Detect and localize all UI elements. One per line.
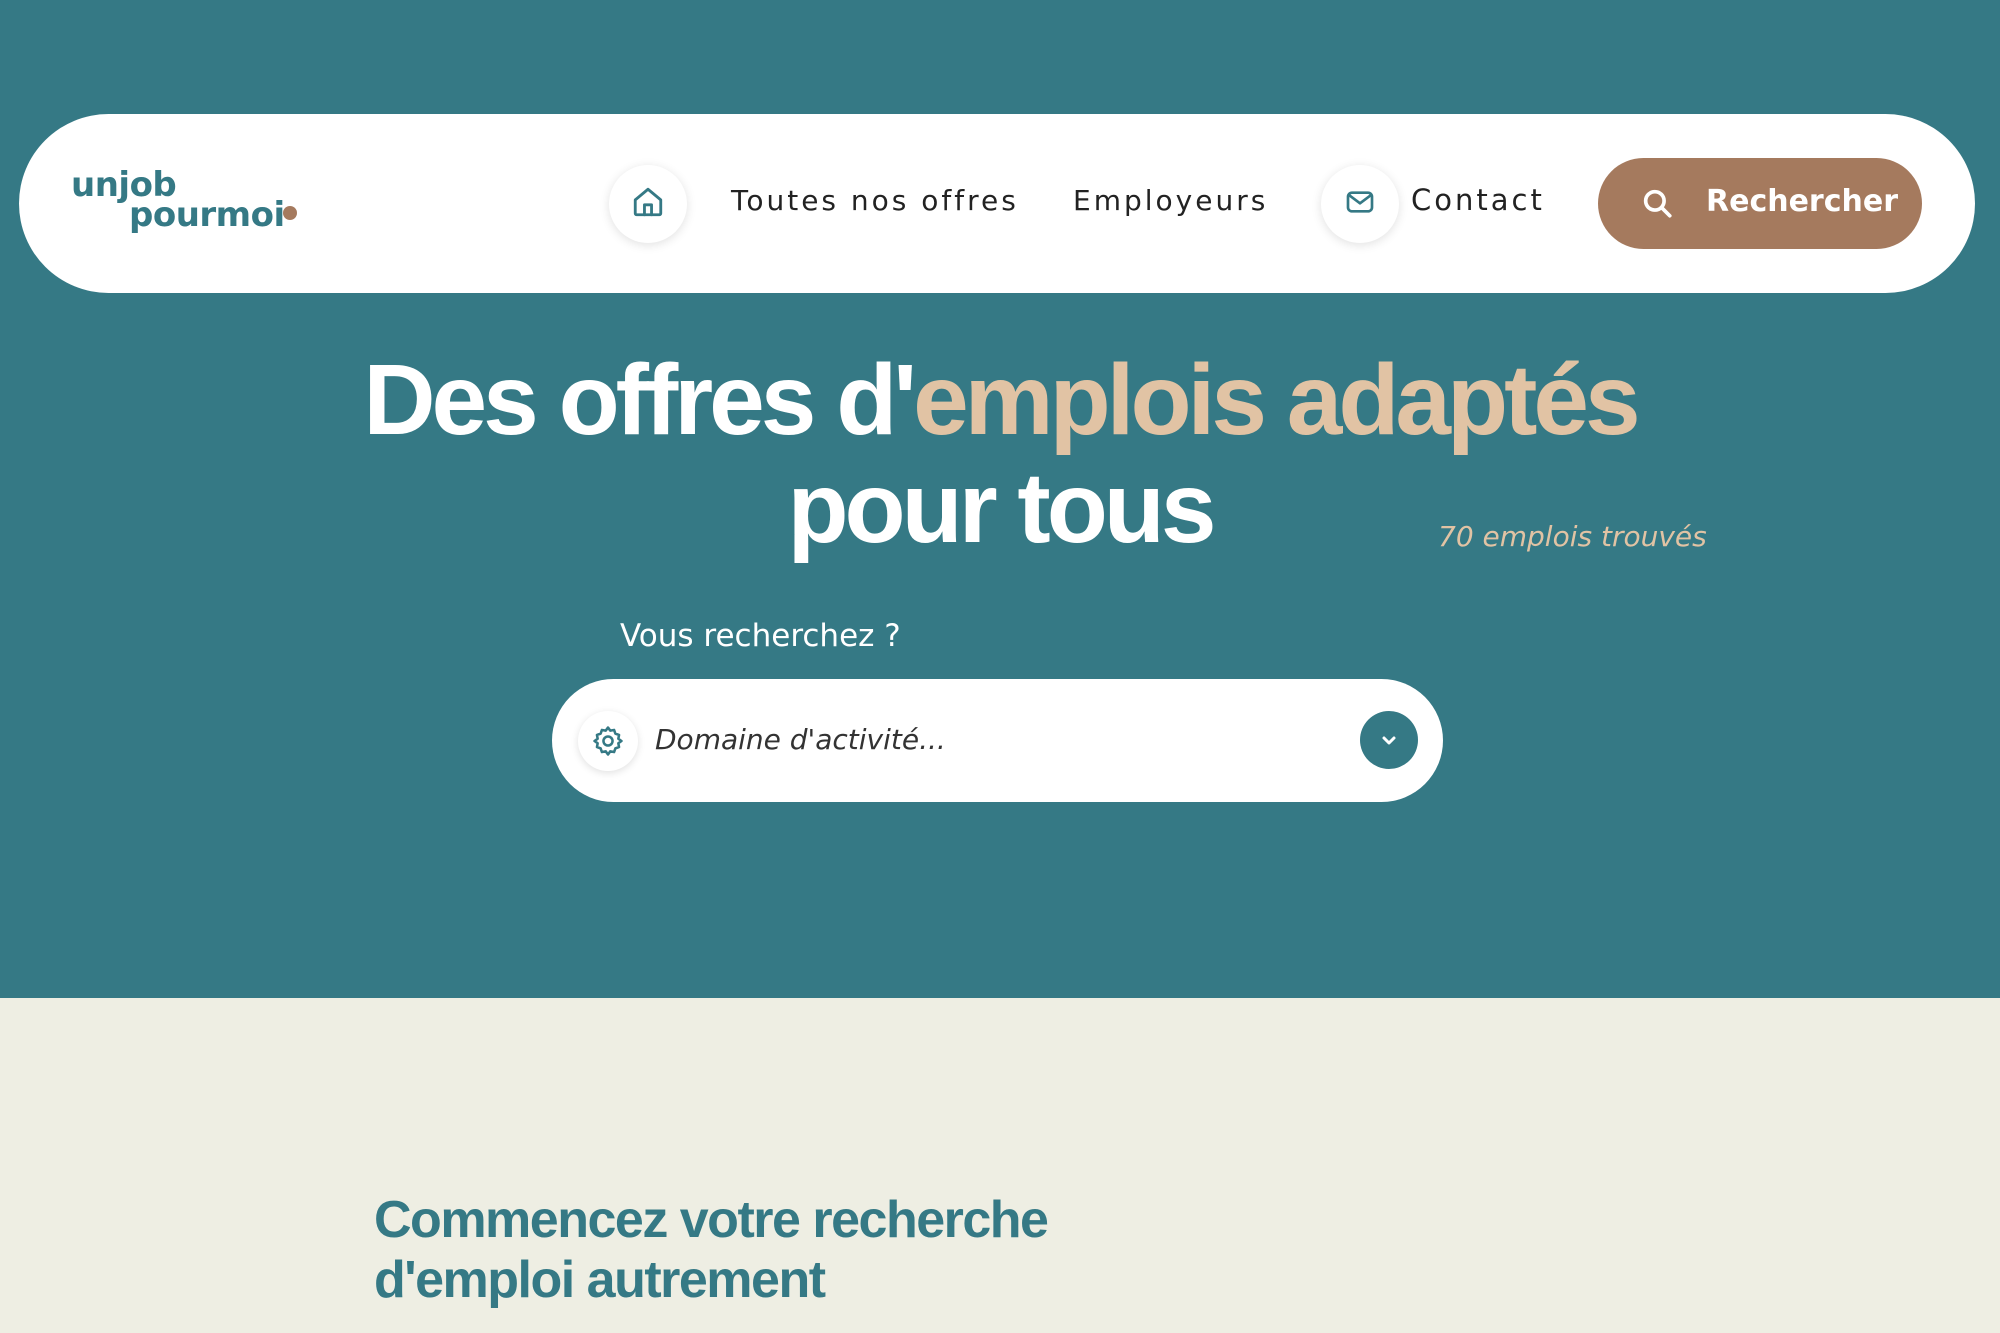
- hero-title-part1: Des offres d': [363, 344, 917, 456]
- hero-title-part2: pour tous: [787, 452, 1216, 564]
- search-icon: [1640, 186, 1674, 223]
- section-title-line1: Commencez votre recherche: [374, 1191, 1049, 1249]
- search-label: Vous recherchez ?: [620, 618, 901, 654]
- site-logo[interactable]: unjob pourmoi: [71, 168, 311, 248]
- domain-select-value: Domaine d'activité...: [655, 723, 946, 756]
- search-button[interactable]: Rechercher: [1598, 158, 1922, 249]
- home-button[interactable]: [609, 165, 687, 243]
- mail-icon: [1344, 186, 1376, 223]
- section-title: Commencez votre recherche d'emploi autre…: [374, 1190, 1049, 1310]
- gear-icon: [578, 711, 638, 771]
- nav-link-contact[interactable]: Contact: [1411, 183, 1545, 217]
- jobs-count: 70 emplois trouvés: [1438, 520, 1707, 553]
- hero-title-accent: emplois adaptés: [913, 344, 1641, 456]
- chevron-down-icon[interactable]: [1360, 711, 1418, 769]
- contact-icon-button[interactable]: [1321, 165, 1399, 243]
- nav-link-offers[interactable]: Toutes nos offres: [731, 184, 1019, 217]
- header-navbar: unjob pourmoi Toutes nos offres Employeu…: [19, 114, 1975, 293]
- nav-link-employers[interactable]: Employeurs: [1073, 184, 1268, 217]
- logo-text-line2: pourmoi: [129, 195, 285, 235]
- section-title-line2: d'emploi autrement: [374, 1251, 826, 1309]
- search-button-label: Rechercher: [1706, 184, 1899, 219]
- domain-select[interactable]: Domaine d'activité...: [552, 679, 1443, 802]
- logo-dot: [283, 206, 297, 220]
- home-icon: [631, 185, 665, 224]
